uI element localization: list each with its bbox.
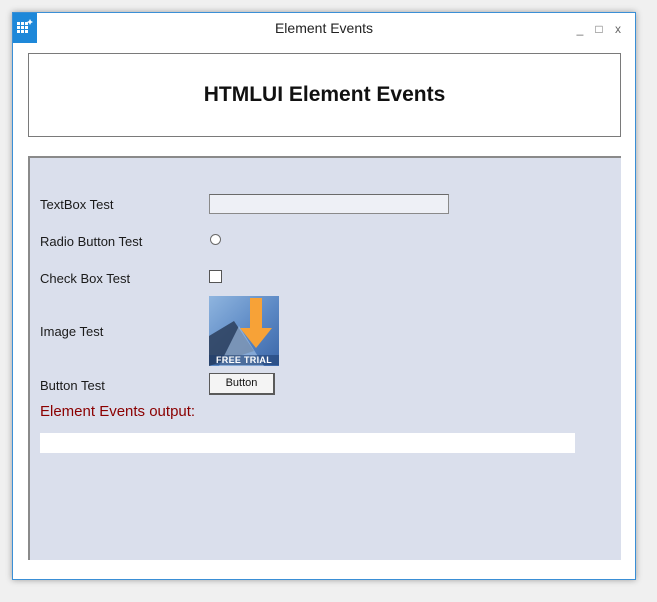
checkbox-label: Check Box Test: [40, 271, 131, 286]
page-title: HTMLUI Element Events: [203, 83, 446, 106]
image-label: Image Test: [40, 324, 104, 339]
textbox-label: TextBox Test: [40, 197, 114, 212]
output-label: Element Events output:: [40, 403, 196, 420]
header-panel: HTMLUI Element Events: [28, 53, 621, 137]
radio-button[interactable]: [210, 234, 221, 245]
window-title: Element Events: [274, 20, 374, 36]
free-trial-image[interactable]: FREE TRIAL: [209, 296, 279, 366]
output-field: [40, 433, 575, 453]
content-panel: TextBox Test Radio Button Test Check Box…: [28, 156, 621, 560]
button-label: Button Test: [40, 378, 105, 393]
image-caption: FREE TRIAL: [209, 355, 279, 365]
radio-label: Radio Button Test: [40, 234, 143, 249]
maximize-button[interactable]: □: [592, 22, 606, 36]
textbox-input[interactable]: [209, 194, 449, 214]
close-button[interactable]: x: [611, 22, 625, 36]
minimize-button[interactable]: _: [573, 22, 587, 36]
title-bar[interactable]: Element Events _ □ x: [13, 13, 635, 45]
checkbox[interactable]: [209, 270, 222, 283]
app-window: Element Events _ □ x HTMLUI Element Even…: [12, 12, 636, 580]
test-button[interactable]: Button: [209, 373, 275, 395]
